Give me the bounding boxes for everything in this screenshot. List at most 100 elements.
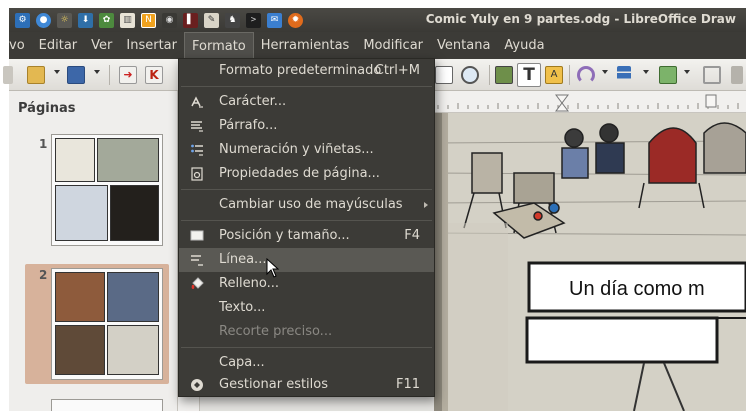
brightness-icon[interactable]: ☼ <box>57 12 72 28</box>
chromium-icon[interactable]: ● <box>36 12 51 28</box>
export-pdf-icon[interactable]: K <box>145 66 163 84</box>
menu-help[interactable]: Ayuda <box>497 32 551 59</box>
comic-panel <box>97 138 159 182</box>
zoom-box-icon[interactable] <box>435 66 453 84</box>
open-dropdown-icon[interactable] <box>54 70 60 74</box>
menu-item-line[interactable]: Línea... <box>179 248 434 272</box>
mouse-pointer-icon <box>266 258 280 278</box>
fontwork-icon[interactable]: A <box>545 66 563 84</box>
shadow-dropdown-icon[interactable] <box>684 70 690 74</box>
menu-item-label: Párrafo... <box>219 118 278 133</box>
menu-separator <box>181 86 432 87</box>
fill-icon <box>191 277 204 289</box>
menu-item-label: Carácter... <box>219 94 287 109</box>
caption-box <box>525 316 719 364</box>
zoom-icon[interactable] <box>461 66 479 84</box>
manage-styles-icon <box>191 379 203 391</box>
download-icon[interactable]: ⬇ <box>78 12 93 28</box>
toolbar-separator <box>489 65 490 85</box>
menu-separator <box>181 189 432 190</box>
paragraph-icon <box>191 121 203 132</box>
menu-modify[interactable]: Modificar <box>356 32 430 59</box>
shadow-icon[interactable] <box>659 66 677 84</box>
game-icon[interactable]: ♞ <box>225 12 240 28</box>
menu-file[interactable]: vo <box>9 32 32 59</box>
menu-edit[interactable]: Editar <box>32 32 85 59</box>
comic-page[interactable]: Un día como m <box>434 113 746 411</box>
comic-panel <box>110 185 159 241</box>
menu-item-label: Posición y tamaño... <box>219 228 350 243</box>
comic-artwork: Un día como m <box>434 113 746 411</box>
save-dropdown-icon[interactable] <box>94 70 100 74</box>
pages-panel-title: Páginas <box>18 101 76 116</box>
character-icon <box>191 96 203 108</box>
plant-icon[interactable]: ✿ <box>99 12 114 28</box>
menu-item-layer[interactable]: Capa... <box>179 351 434 375</box>
window-title: Comic Yuly en 9 partes.odg - LibreOffice… <box>425 12 736 26</box>
more-tools-icon[interactable] <box>731 66 743 84</box>
menu-item-change-case[interactable]: Cambiar uso de mayúsculas <box>179 193 434 217</box>
menu-separator <box>181 220 432 221</box>
comic-panel <box>55 138 95 182</box>
menu-tools[interactable]: Herramientas <box>254 32 357 59</box>
sun-icon[interactable]: ✹ <box>288 12 303 28</box>
menu-item-default-format[interactable]: Formato predeterminado Ctrl+M <box>179 59 434 83</box>
editor-icon[interactable]: ✎ <box>204 12 219 28</box>
page-number-1: 1 <box>39 137 48 151</box>
toolbar-separator <box>569 65 570 85</box>
speech-text: Un día como m <box>569 278 705 300</box>
menu-item-position-size[interactable]: Posición y tamaño... F4 <box>179 224 434 248</box>
menubar: vo Editar Ver Insertar Formato Herramien… <box>9 32 746 59</box>
terminal-icon[interactable]: > <box>246 12 261 28</box>
comic-panel <box>107 325 159 375</box>
menu-item-label: Capa... <box>219 355 265 370</box>
page-properties-icon <box>191 167 203 181</box>
menu-item-manage-styles[interactable]: Gestionar estilos F11 <box>179 373 434 397</box>
draw-app-icon[interactable]: N <box>141 12 156 28</box>
align-dropdown-icon[interactable] <box>643 70 649 74</box>
menu-separator <box>181 347 432 348</box>
menu-item-character[interactable]: Carácter... <box>179 90 434 114</box>
save-icon[interactable] <box>67 66 85 84</box>
media-icon[interactable]: ▌ <box>183 12 198 28</box>
crop-icon[interactable] <box>703 66 721 84</box>
menu-item-paragraph[interactable]: Párrafo... <box>179 114 434 138</box>
menu-item-shortcut: F4 <box>404 228 420 243</box>
menu-item-label: Formato predeterminado <box>219 63 382 78</box>
page-thumbnail-2[interactable] <box>51 268 163 380</box>
book-icon[interactable]: ▥ <box>120 12 135 28</box>
menu-item-page-properties[interactable]: Propiedades de página... <box>179 162 434 186</box>
export-icon[interactable]: ➜ <box>119 66 137 84</box>
open-folder-icon[interactable] <box>27 66 45 84</box>
menu-item-bullets[interactable]: Numeración y viñetas... <box>179 138 434 162</box>
format-menu: Formato predeterminado Ctrl+M Carácter..… <box>178 58 435 397</box>
menu-item-shortcut: Ctrl+M <box>374 63 420 78</box>
menu-format[interactable]: Formato <box>184 32 254 59</box>
menu-item-label: Propiedades de página... <box>219 166 380 181</box>
comic-panel <box>55 272 105 322</box>
wireless-icon[interactable]: ◉ <box>162 12 177 28</box>
submenu-arrow-icon <box>424 202 428 208</box>
menu-item-fill[interactable]: Relleno... <box>179 272 434 296</box>
rotate-icon[interactable] <box>577 66 595 84</box>
menu-view[interactable]: Ver <box>84 32 119 59</box>
menu-item-shortcut: F11 <box>395 377 420 392</box>
menu-item-text[interactable]: Texto... <box>179 296 434 320</box>
rotate-dropdown-icon[interactable] <box>602 70 608 74</box>
page-thumbnail-3[interactable] <box>51 399 163 411</box>
settings-tray-icon[interactable]: ⚙ <box>15 12 30 28</box>
text-tool-icon[interactable]: T <box>517 63 541 87</box>
new-document-icon[interactable] <box>3 66 13 84</box>
menu-window[interactable]: Ventana <box>430 32 497 59</box>
menu-item-label: Recorte preciso... <box>219 324 333 339</box>
image-icon[interactable] <box>495 66 513 84</box>
align-icon[interactable] <box>617 66 631 84</box>
menu-item-label: Texto... <box>219 300 266 315</box>
menu-item-label: Línea... <box>219 252 267 267</box>
page-thumbnail-1[interactable] <box>51 134 163 246</box>
position-size-icon <box>190 230 204 241</box>
top-panel: ⚙ ● ☼ ⬇ ✿ ▥ N ◉ ▌ ✎ ♞ > ✉ ✹ Comic Yuly e… <box>9 8 746 32</box>
messenger-icon[interactable]: ✉ <box>267 12 282 28</box>
menu-insert[interactable]: Insertar <box>119 32 184 59</box>
ruler-tab-marker <box>705 94 717 108</box>
